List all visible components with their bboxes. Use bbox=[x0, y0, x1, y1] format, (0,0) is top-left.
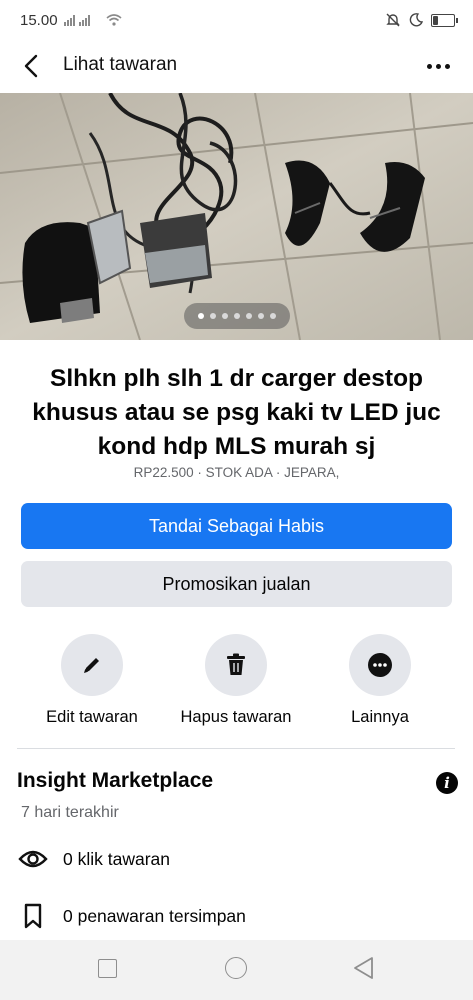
listing-title: Slhkn plh slh 1 dr carger destop khusus … bbox=[32, 365, 441, 460]
edit-listing-action[interactable]: Edit tawaran bbox=[17, 634, 167, 727]
back-nav-button[interactable] bbox=[352, 956, 374, 980]
stat-row-saves: 0 penawaran tersimpan bbox=[17, 901, 246, 931]
back-button[interactable] bbox=[16, 48, 48, 84]
stat-clicks-text: 0 klik tawaran bbox=[63, 848, 170, 869]
listing-meta: RP22.500 · STOK ADA · JEPARA, bbox=[133, 465, 340, 480]
pencil-icon bbox=[84, 658, 99, 673]
stat-saves-text: 0 penawaran tersimpan bbox=[63, 905, 246, 926]
system-nav-bar bbox=[0, 940, 473, 1000]
cell-signal-icon bbox=[64, 14, 90, 26]
photo-pagination-dots bbox=[184, 303, 290, 329]
more-options-button[interactable] bbox=[421, 54, 455, 78]
promote-listing-button[interactable]: Promosikan jualan bbox=[21, 561, 452, 607]
chevron-left-icon bbox=[24, 54, 38, 78]
edit-listing-button[interactable] bbox=[61, 634, 123, 696]
more-circle-icon bbox=[368, 653, 392, 677]
top-app-bar: Lihat tawaran bbox=[0, 46, 473, 86]
mark-as-sold-button[interactable]: Tandai Sebagai Habis bbox=[21, 503, 452, 549]
delete-listing-button[interactable] bbox=[205, 634, 267, 696]
stat-row-clicks: 0 klik tawaran bbox=[17, 844, 170, 874]
wifi-icon bbox=[106, 14, 122, 26]
home-button[interactable] bbox=[225, 957, 247, 979]
delete-listing-action[interactable]: Hapus tawaran bbox=[161, 634, 311, 727]
delete-listing-label: Hapus tawaran bbox=[180, 708, 292, 726]
page-title: Lihat tawaran bbox=[63, 54, 178, 75]
edit-listing-label: Edit tawaran bbox=[46, 708, 138, 726]
battery-icon bbox=[431, 13, 458, 27]
status-time: 15.00 bbox=[20, 12, 58, 29]
more-actions-button[interactable] bbox=[349, 634, 411, 696]
eye-icon bbox=[17, 844, 49, 874]
info-icon[interactable]: i bbox=[436, 772, 458, 794]
insights-title: Insight Marketplace bbox=[17, 769, 214, 792]
more-action[interactable]: Lainnya bbox=[305, 634, 455, 727]
mute-bell-icon bbox=[386, 13, 400, 27]
insights-subtitle: 7 hari terakhir bbox=[21, 804, 119, 821]
bookmark-icon bbox=[17, 901, 49, 931]
status-bar: 15.00 bbox=[0, 0, 473, 46]
section-divider bbox=[17, 748, 455, 749]
status-right-icons bbox=[385, 12, 458, 28]
recent-apps-button[interactable] bbox=[98, 959, 117, 978]
trash-icon bbox=[227, 653, 245, 675]
more-label: Lainnya bbox=[351, 708, 409, 726]
moon-icon bbox=[409, 13, 423, 27]
